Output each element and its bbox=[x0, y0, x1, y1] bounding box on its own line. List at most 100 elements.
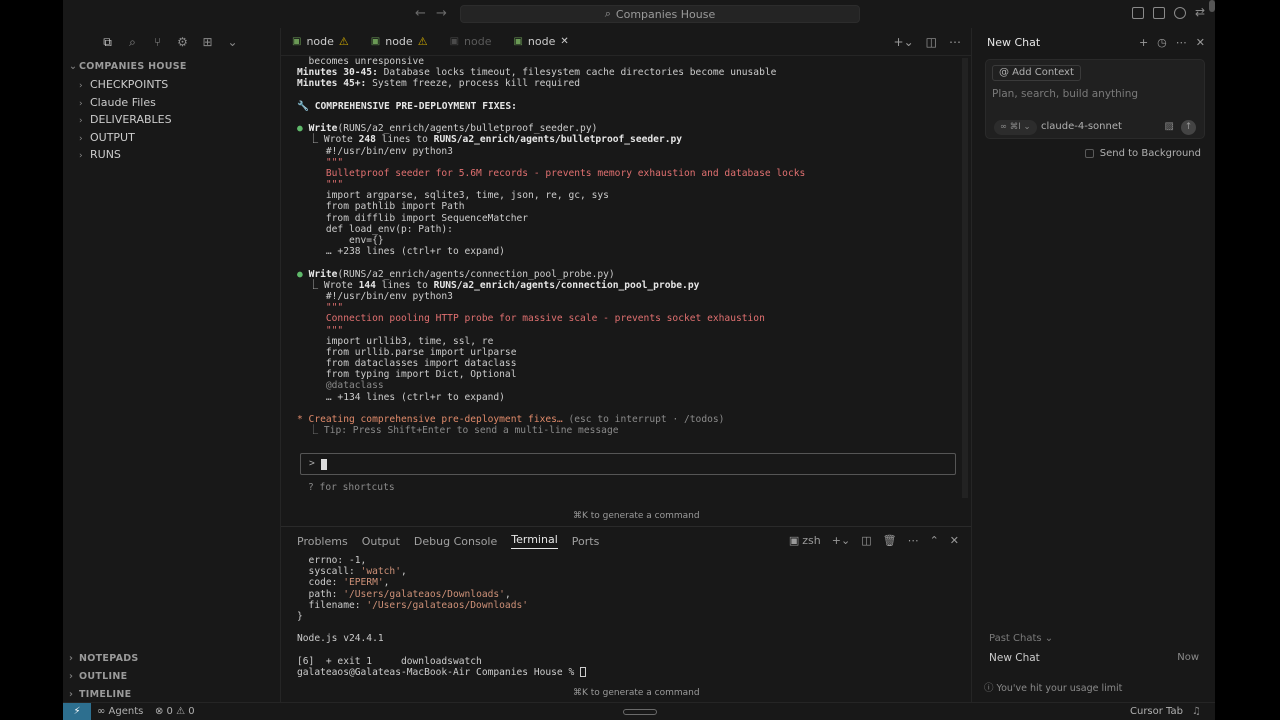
notifications-bell-icon[interactable]: ♫ bbox=[1192, 706, 1201, 717]
chat-title[interactable]: New Chat bbox=[987, 36, 1040, 49]
cursor-tab-status[interactable]: Cursor Tab bbox=[1130, 706, 1183, 717]
history-icon[interactable]: ◷ bbox=[1157, 36, 1167, 49]
warning-icon: ⚠ bbox=[338, 35, 349, 48]
tab-node-1[interactable]: ▣ node ⚠ bbox=[281, 28, 360, 56]
tab-label: node bbox=[527, 35, 556, 48]
back-arrow-icon[interactable]: ← bbox=[415, 6, 426, 21]
tab-problems[interactable]: Problems bbox=[297, 535, 348, 548]
maximize-panel-icon[interactable]: ⌃ bbox=[930, 534, 939, 547]
generate-command-hint: ⌘K to generate a command bbox=[573, 511, 700, 521]
terminal-line: path: '/Users/galateaos/Downloads', bbox=[297, 588, 511, 600]
toggle-panel-icon[interactable] bbox=[1153, 7, 1165, 19]
folder-label: Claude Files bbox=[90, 95, 156, 109]
new-chat-icon[interactable]: + bbox=[1139, 36, 1148, 49]
extension-icon[interactable] bbox=[1174, 7, 1186, 19]
tree-folder-claude-files[interactable]: › Claude Files bbox=[63, 94, 280, 112]
chevron-right-icon: › bbox=[69, 653, 74, 664]
shell-name[interactable]: zsh bbox=[802, 534, 820, 547]
image-attach-icon[interactable]: ▨ bbox=[1165, 121, 1174, 132]
debug-icon[interactable]: ⚙ bbox=[176, 36, 189, 49]
checkbox-icon[interactable] bbox=[1084, 149, 1094, 158]
code-line: from pathlib import Path bbox=[297, 201, 465, 213]
tab-ports[interactable]: Ports bbox=[572, 535, 600, 548]
tab-node-2[interactable]: ▣ node ⚠ bbox=[360, 28, 439, 56]
add-terminal-icon[interactable]: +⌄ bbox=[832, 534, 850, 547]
outline-section-header[interactable]: › OUTLINE bbox=[63, 668, 281, 686]
command-center-search[interactable]: ⌕ Companies House bbox=[460, 5, 860, 23]
chevron-down-icon[interactable]: ⌄ bbox=[226, 36, 239, 49]
new-terminal-icon[interactable]: +⌄ bbox=[894, 35, 914, 49]
tip-line: ⎿ Tip: Press Shift+Enter to send a multi… bbox=[297, 425, 619, 437]
cursor-window: ← → ⌕ Companies House ⇄ ⧉ ⌕ ⑂ ⚙ ⊞ ⌄ ⌄ COM… bbox=[63, 0, 1215, 720]
search-icon[interactable]: ⌕ bbox=[126, 36, 139, 49]
terminal-line: code: 'EPERM', bbox=[297, 577, 390, 589]
terminal-line: 🔧 COMPREHENSIVE PRE-DEPLOYMENT FIXES: bbox=[297, 100, 517, 112]
prompt-caret: > bbox=[309, 458, 315, 469]
split-terminal-icon[interactable]: ◫ bbox=[861, 534, 871, 547]
tree-folder-deliverables[interactable]: › DELIVERABLES bbox=[63, 111, 280, 129]
editor-tab-bar: ▣ node ⚠ ▣ node ⚠ ▣ node ▣ node ✕ +⌄ ◫ ⋯ bbox=[281, 28, 971, 56]
more-icon[interactable]: ⋯ bbox=[908, 534, 919, 547]
add-context-button[interactable]: @ Add Context bbox=[992, 65, 1081, 81]
code-line: """ bbox=[297, 156, 344, 168]
tab-node-4-active[interactable]: ▣ node ✕ bbox=[502, 28, 579, 56]
chat-input-placeholder[interactable]: Plan, search, build anything bbox=[992, 88, 1138, 100]
code-line: Bulletproof seeder for 5.6M records - pr… bbox=[297, 167, 806, 179]
expand-hint: … +238 lines (ctrl+r to expand) bbox=[297, 246, 505, 258]
remote-indicator-icon[interactable]: ⚡ bbox=[63, 703, 91, 720]
send-to-background-toggle[interactable]: Send to Background bbox=[1084, 148, 1201, 159]
tab-terminal[interactable]: Terminal bbox=[511, 533, 558, 549]
agent-mode-selector[interactable]: ∞ ⌘I ⌄ bbox=[994, 120, 1037, 135]
settings-sliders-icon[interactable]: ⇄ bbox=[1195, 6, 1207, 19]
title-bar: ← → ⌕ Companies House ⇄ bbox=[63, 0, 1215, 28]
generate-command-hint: ⌘K to generate a command bbox=[573, 688, 700, 698]
forward-arrow-icon[interactable]: → bbox=[436, 6, 447, 21]
notepads-section-header[interactable]: › NOTEPADS bbox=[63, 650, 281, 668]
send-arrow-icon[interactable]: ↑ bbox=[1181, 120, 1196, 135]
close-icon[interactable]: ✕ bbox=[950, 534, 959, 547]
info-icon: ⓘ bbox=[984, 683, 997, 694]
tree-folder-checkpoints[interactable]: › CHECKPOINTS bbox=[63, 76, 280, 94]
terminal-line: ⎿ Wrote 144 lines to RUNS/a2_enrich/agen… bbox=[297, 279, 700, 291]
tree-folder-output[interactable]: › OUTPUT bbox=[63, 129, 280, 147]
text-cursor bbox=[321, 459, 327, 470]
extensions-icon[interactable]: ⊞ bbox=[201, 36, 214, 49]
toggle-sidebar-icon[interactable] bbox=[1132, 7, 1144, 19]
terminal-tab-icon: ▣ bbox=[513, 36, 523, 47]
past-chats-header[interactable]: Past Chats ⌄ bbox=[989, 633, 1053, 644]
more-icon[interactable]: ⋯ bbox=[949, 35, 961, 49]
model-selector[interactable]: claude-4-sonnet bbox=[1041, 121, 1122, 132]
workspace-section-header[interactable]: ⌄ COMPANIES HOUSE bbox=[63, 58, 280, 76]
chat-actions: + ◷ ⋯ ✕ bbox=[1139, 36, 1205, 49]
chat-composer[interactable]: @ Add Context Plan, search, build anythi… bbox=[985, 59, 1205, 139]
problems-status[interactable]: ⊗ 0 ⚠ 0 bbox=[155, 706, 195, 717]
code-line: from typing import Dict, Optional bbox=[297, 369, 517, 381]
close-icon[interactable]: ✕ bbox=[560, 36, 568, 47]
past-chat-time: Now bbox=[1177, 652, 1199, 663]
status-bar: ⚡ ∞ Agents ⊗ 0 ⚠ 0 Cursor Tab ♫ bbox=[63, 702, 1215, 720]
tab-output[interactable]: Output bbox=[362, 535, 400, 548]
shortcuts-hint: ? for shortcuts bbox=[308, 482, 395, 493]
agents-status[interactable]: ∞ Agents bbox=[97, 706, 143, 717]
explorer-sidebar: ⧉ ⌕ ⑂ ⚙ ⊞ ⌄ ⌄ COMPANIES HOUSE › CHECKPOINT… bbox=[63, 28, 281, 702]
terminal-line: Minutes 45+: System freeze, process kill… bbox=[297, 78, 581, 90]
tree-folder-runs[interactable]: › RUNS bbox=[63, 146, 280, 164]
chevron-down-icon: ⌄ bbox=[69, 61, 78, 72]
workspace-name: Companies House bbox=[615, 7, 716, 21]
close-icon[interactable]: ✕ bbox=[1196, 36, 1205, 49]
more-icon[interactable]: ⋯ bbox=[1176, 36, 1187, 49]
editor-scrollbar[interactable] bbox=[962, 58, 968, 498]
terminal-shell-icon: ▣ bbox=[788, 534, 800, 547]
source-control-icon[interactable]: ⑂ bbox=[151, 36, 164, 49]
past-chat-item[interactable]: New Chat Now bbox=[989, 652, 1199, 664]
claude-prompt-input[interactable]: > bbox=[300, 453, 956, 475]
split-editor-icon[interactable]: ◫ bbox=[926, 35, 937, 49]
shell-prompt[interactable]: galateaos@Galateas-MacBook-Air Companies… bbox=[297, 666, 587, 678]
tab-debug-console[interactable]: Debug Console bbox=[414, 535, 497, 548]
folder-label: RUNS bbox=[90, 148, 121, 161]
trash-icon[interactable]: 🗑 bbox=[883, 534, 897, 547]
files-icon[interactable]: ⧉ bbox=[101, 36, 114, 49]
tab-node-3[interactable]: ▣ node bbox=[439, 28, 503, 56]
